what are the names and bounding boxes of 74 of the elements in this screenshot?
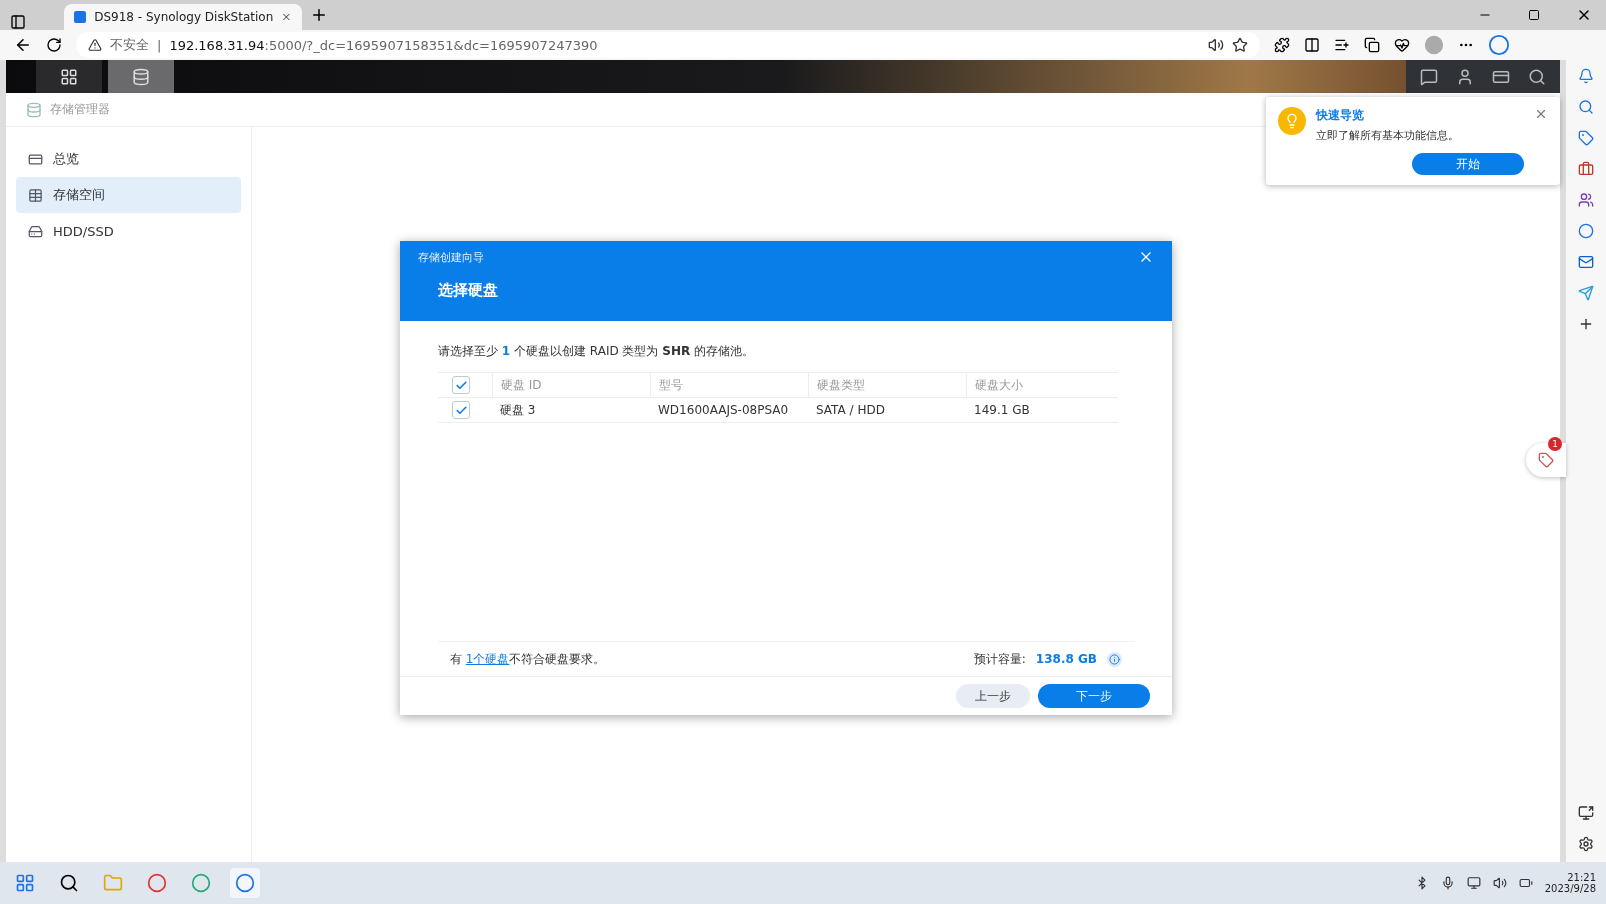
security-warning-text[interactable]: 不安全 [110, 36, 149, 54]
window-title: 存储管理器 [50, 101, 110, 118]
mail-icon[interactable] [1578, 254, 1594, 270]
sidebar-item[interactable]: HDD/SSD [16, 213, 241, 249]
search-icon[interactable] [1528, 67, 1546, 86]
disk-note-text: 有 1个硬盘不符合硬盘要求。 [450, 650, 606, 668]
lightbulb-icon [1278, 107, 1306, 135]
add-icon[interactable] [1578, 316, 1594, 332]
check-icon [454, 403, 468, 417]
split-screen-icon[interactable] [1304, 37, 1320, 53]
briefcase-icon[interactable] [1578, 161, 1594, 177]
select-all-checkbox[interactable] [452, 376, 470, 394]
screen-icon[interactable] [1578, 805, 1594, 821]
notification-badge: 1 [1548, 437, 1562, 451]
instruction-text: 请选择至少 1 个硬盘以创建 RAID 类型为 SHR 的存储池。 [438, 343, 756, 360]
sidebar-item[interactable]: 存储空间 [16, 177, 241, 213]
next-button[interactable]: 下一步 [1038, 684, 1150, 708]
table-cell: 硬盘 3 [492, 398, 650, 423]
reload-icon[interactable] [46, 37, 62, 53]
restore-icon[interactable] [1528, 9, 1540, 21]
tab-actions-icon[interactable] [10, 14, 26, 30]
address-bar[interactable]: 不安全 | 192.168.31.94:5000/?_dc=1695907158351&dc=1695907247390 [76, 32, 1260, 58]
column-header: 硬盘类型 [808, 372, 966, 398]
info-icon[interactable] [1107, 651, 1122, 667]
check-icon [454, 378, 468, 392]
back-icon[interactable] [14, 36, 32, 54]
chat-icon[interactable] [1420, 67, 1438, 86]
favorites-icon[interactable] [1334, 37, 1350, 53]
warning-icon [88, 38, 102, 52]
capacity-label: 预计容量: [973, 650, 1026, 668]
clock[interactable]: 21:21 2023/9/28 [1544, 872, 1596, 894]
microphone-icon[interactable] [1440, 876, 1455, 890]
capacity-value: 138.8 GB [1035, 652, 1097, 666]
table-cell: WD1600AAJS-08PSA0 [650, 398, 808, 423]
favorite-star-icon[interactable] [1232, 37, 1248, 53]
dialog-heading: 选择硬盘 [437, 280, 499, 300]
separator-text: | [157, 37, 162, 53]
overview-icon [28, 151, 43, 167]
tag-icon [1538, 452, 1554, 468]
new-tab-icon[interactable] [310, 6, 328, 24]
storage-app-button[interactable] [108, 60, 174, 93]
collections-icon[interactable] [1364, 37, 1380, 53]
column-header: 型号 [650, 372, 808, 398]
user-icon[interactable] [1456, 67, 1474, 86]
grid-icon [60, 67, 78, 86]
browser-tab[interactable]: DS918 - Synology DiskStation [64, 4, 302, 30]
dialog-title: 存储创建向导 [418, 249, 484, 265]
column-header: 硬盘 ID [492, 372, 650, 398]
storage-icon [28, 187, 43, 203]
column-header: 硬盘大小 [966, 372, 1118, 398]
tag-icon[interactable] [1578, 130, 1594, 146]
health-icon[interactable] [1394, 37, 1410, 53]
table-cell: 149.1 GB [966, 398, 1118, 423]
disk-link[interactable]: 1个硬盘 [465, 651, 510, 666]
circle-icon[interactable] [1578, 223, 1594, 239]
tour-text: 立即了解所有基本功能信息。 [1316, 128, 1460, 143]
send-icon[interactable] [1578, 285, 1594, 301]
volume-icon[interactable] [1492, 876, 1507, 890]
monitor-icon[interactable] [1466, 876, 1481, 890]
tour-title: 快速导览 [1316, 107, 1365, 124]
extensions-icon[interactable] [1274, 37, 1290, 53]
table-cell: SATA / HDD [808, 398, 966, 423]
battery-icon[interactable] [1518, 876, 1533, 890]
database-icon [132, 67, 150, 86]
sidebar-item[interactable]: 总览 [16, 141, 241, 177]
start-button[interactable]: 开始 [1412, 153, 1524, 175]
back-button[interactable]: 上一步 [956, 684, 1030, 708]
bell-icon[interactable] [1578, 68, 1594, 84]
favicon-icon [74, 11, 87, 23]
people-icon[interactable] [1578, 192, 1594, 208]
read-aloud-icon[interactable] [1208, 37, 1224, 53]
row-checkbox[interactable] [452, 401, 470, 419]
main-menu-button[interactable] [36, 60, 102, 93]
settings-icon[interactable] [1578, 836, 1594, 852]
